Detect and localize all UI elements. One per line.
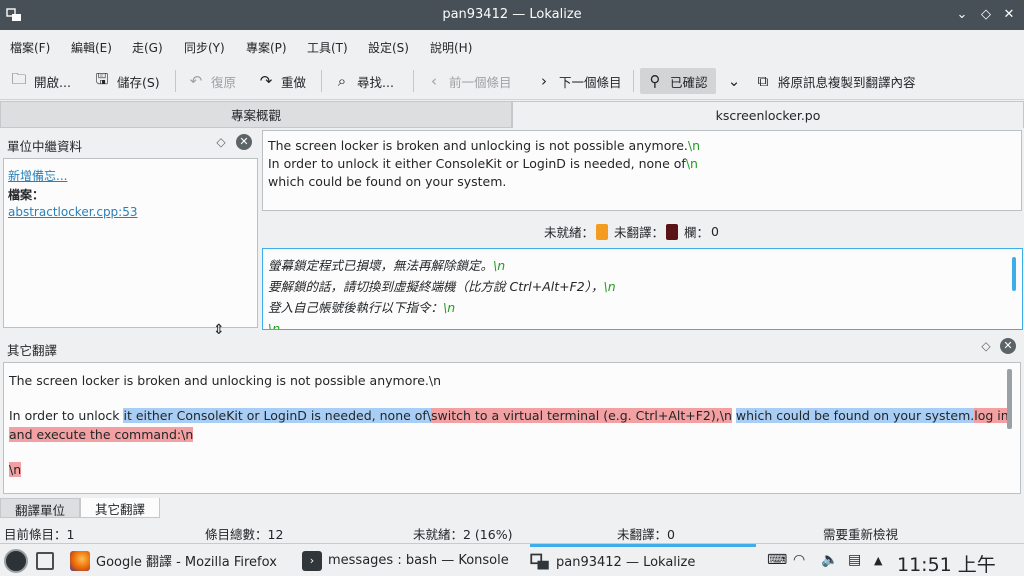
- document-tabs: 專案概觀 kscreenlocker.po: [0, 101, 1024, 128]
- source-text-view[interactable]: The screen locker is broken and unlockin…: [262, 130, 1022, 211]
- approved-dropdown-button[interactable]: ⌄: [725, 68, 749, 94]
- task-konsole[interactable]: › messages : bash — Konsole: [302, 544, 509, 576]
- fuzzy-indicator-icon: [596, 223, 609, 240]
- float-panel-icon[interactable]: ◇: [978, 338, 994, 354]
- menu-settings[interactable]: 設定(S): [368, 39, 409, 56]
- next-entry-button[interactable]: › 下一個條目: [535, 68, 622, 94]
- alt-translations-scrollbar[interactable]: [1007, 369, 1012, 429]
- taskbar: Google 翻譯 - Mozilla Firefox › messages :…: [0, 543, 1024, 576]
- window-titlebar[interactable]: pan93412 — Lokalize ⌄ ◇ ✕: [0, 0, 1024, 30]
- copy-icon: ⧉: [757, 72, 769, 90]
- clipboard-icon[interactable]: ▤: [848, 552, 861, 568]
- volume-icon[interactable]: 🔈: [821, 552, 838, 568]
- menu-file[interactable]: 檔案(F): [10, 39, 50, 56]
- menu-edit[interactable]: 編輯(E): [71, 39, 112, 56]
- tab-alt-translations[interactable]: 其它翻譯: [80, 498, 160, 518]
- lokalize-app-icon: [530, 553, 549, 570]
- menu-sync[interactable]: 同步(Y): [184, 39, 225, 56]
- status-current-entry: 目前條目：1: [4, 527, 75, 542]
- alt-translations-view: The screen locker is broken and unlockin…: [3, 362, 1021, 494]
- task-lokalize[interactable]: pan93412 — Lokalize: [530, 544, 756, 576]
- open-button[interactable]: 🗀 開啟...: [10, 68, 70, 94]
- approved-pin-icon: ⚲: [649, 72, 661, 90]
- menu-go[interactable]: 走(G): [132, 39, 163, 56]
- keep-above-icon[interactable]: ◇: [977, 6, 995, 24]
- status-fuzzy: 未就緒：2 (16%): [413, 527, 513, 542]
- save-button[interactable]: 🖫 儲存(S): [93, 68, 160, 94]
- tray-expand-icon[interactable]: ▲: [874, 554, 882, 567]
- folder-open-icon: 🗀: [11, 69, 27, 88]
- close-panel-icon[interactable]: ✕: [1000, 338, 1016, 354]
- wifi-icon[interactable]: ◠: [793, 552, 805, 568]
- float-panel-icon[interactable]: ◇: [213, 134, 229, 150]
- save-icon: 🖫: [95, 69, 109, 88]
- menu-project[interactable]: 專案(P): [246, 39, 287, 56]
- add-note-link[interactable]: 新增備忘...: [8, 169, 67, 183]
- clock[interactable]: 11:51 上午: [897, 550, 996, 576]
- entry-counters: 未就緒： 未翻譯： 欄： 0: [544, 223, 719, 240]
- find-button[interactable]: ⌕ 尋找...: [333, 68, 394, 94]
- redo-icon: ↷: [259, 72, 273, 90]
- application-launcher-icon[interactable]: [4, 549, 28, 573]
- task-firefox[interactable]: Google 翻譯 - Mozilla Firefox: [70, 544, 277, 576]
- toolbar-separator: [633, 70, 634, 92]
- firefox-icon: [70, 550, 90, 571]
- menu-tools[interactable]: 工具(T): [307, 39, 348, 56]
- translation-editor[interactable]: 螢幕鎖定程式已損壞，無法再解除鎖定。\n 要解鎖的話，請切換到虛擬終端機（比方說…: [262, 248, 1023, 330]
- menu-bar: 檔案(F) 編輯(E) 走(G) 同步(Y) 專案(P) 工具(T) 設定(S)…: [0, 30, 1024, 62]
- untranslated-indicator-icon: [666, 223, 679, 240]
- metadata-panel-title: 單位中繼資料: [7, 139, 83, 154]
- main-toolbar: 🗀 開啟... 🖫 儲存(S) ↶ 復原 ↷ 重做 ⌕ 尋找... ‹ 前一個條目 › 下一個…: [0, 62, 1024, 100]
- undo-button[interactable]: ↶ 復原: [187, 68, 236, 94]
- status-bar: 目前條目：1 條目總數：12 未就緒：2 (16%) 未翻譯：0 需要重新檢視: [0, 522, 1024, 542]
- window-title: pan93412 — Lokalize: [442, 7, 582, 22]
- menu-help[interactable]: 說明(H): [430, 39, 472, 56]
- source-file-link[interactable]: abstractlocker.cpp:53: [8, 205, 138, 219]
- resize-handle-icon[interactable]: ⇕: [213, 322, 225, 338]
- redo-button[interactable]: ↷ 重做: [257, 68, 306, 94]
- minimize-icon[interactable]: ⌄: [953, 6, 971, 24]
- status-needs-review: 需要重新檢視: [823, 527, 899, 542]
- metadata-panel: 新增備忘... 檔案： abstractlocker.cpp:53: [3, 158, 258, 328]
- chevron-right-icon: ›: [541, 72, 547, 90]
- keyboard-icon[interactable]: ⌨: [767, 552, 787, 568]
- alt-translations-title: 其它翻譯: [7, 343, 58, 358]
- show-desktop-icon[interactable]: [36, 552, 54, 570]
- tab-kscreenlocker[interactable]: kscreenlocker.po: [512, 101, 1024, 128]
- terminal-icon: ›: [302, 550, 322, 571]
- undo-icon: ↶: [189, 72, 203, 90]
- status-total-entries: 條目總數：12: [205, 527, 284, 542]
- copy-source-to-target-button[interactable]: ⧉ 將原訊息複製到翻譯內容: [754, 68, 916, 94]
- search-icon: ⌕: [337, 72, 347, 90]
- file-label: 檔案：: [8, 188, 45, 202]
- chevron-down-icon: ⌄: [727, 72, 741, 90]
- approved-toggle-button[interactable]: ⚲ 已確認: [640, 68, 716, 94]
- translation-scrollbar[interactable]: [1012, 257, 1016, 291]
- tab-project-overview[interactable]: 專案概觀: [0, 101, 512, 128]
- close-panel-icon[interactable]: ✕: [236, 134, 252, 150]
- chevron-left-icon: ‹: [431, 72, 437, 90]
- toolbar-separator: [175, 70, 176, 92]
- previous-entry-button[interactable]: ‹ 前一個條目: [425, 68, 512, 94]
- status-untranslated: 未翻譯：0: [617, 527, 675, 542]
- close-window-icon[interactable]: ✕: [1000, 6, 1018, 24]
- toolbar-separator: [321, 70, 322, 92]
- tab-translation-unit[interactable]: 翻譯單位: [0, 498, 80, 518]
- toolbar-separator: [413, 70, 414, 92]
